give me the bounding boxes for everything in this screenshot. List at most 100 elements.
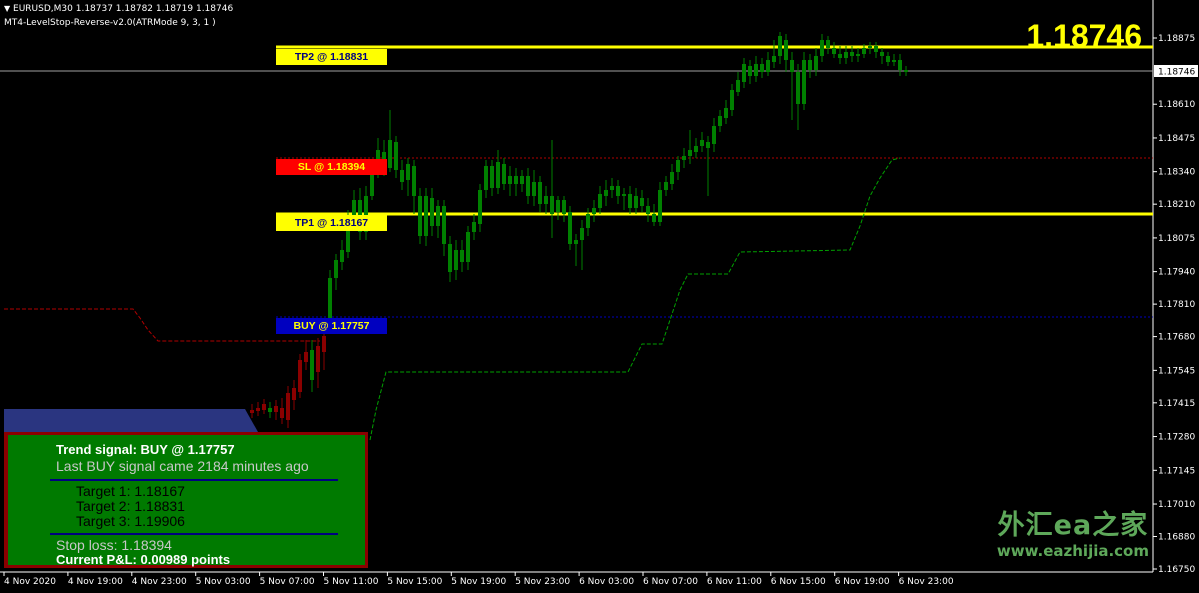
price-tick-label: 1.17810 [1158, 300, 1195, 310]
candle-body [862, 48, 866, 54]
time-tick-label: 6 Nov 19:00 [835, 577, 890, 587]
candle-body [286, 393, 290, 420]
buy-label: BUY @ 1.17757 [276, 318, 387, 334]
time-tick-label: 5 Nov 23:00 [515, 577, 570, 587]
candle-body [250, 410, 254, 413]
candle-body [556, 200, 560, 212]
candle-body [454, 250, 458, 270]
watermark: 外汇ea之家 www.eazhijia.com [997, 510, 1149, 560]
candle-body [808, 60, 812, 70]
candle-body [742, 64, 746, 82]
symbol-info: ▼ EURUSD,M30 1.18737 1.18782 1.18719 1.1… [4, 4, 233, 14]
time-tick-label: 4 Nov 23:00 [132, 577, 187, 587]
symbol-line: EURUSD,M30 1.18737 1.18782 1.18719 1.187… [13, 4, 234, 14]
candle-body [796, 72, 800, 104]
candle-body [676, 160, 680, 172]
time-tick-label: 4 Nov 19:00 [68, 577, 123, 587]
candle-body [724, 108, 728, 118]
indicator-line: MT4-LevelStop-Reverse-v2.0(ATRMode 9, 3,… [4, 18, 216, 28]
candle-body [412, 166, 416, 196]
candle-body [274, 406, 278, 412]
candle-body [820, 40, 824, 56]
candle-body [694, 146, 698, 152]
candle-body [778, 36, 782, 56]
price-tick-label: 1.17010 [1158, 500, 1195, 510]
pnl-text: Current P&L: 0.00989 points [56, 552, 231, 567]
candle-body [844, 52, 848, 58]
candle-body [868, 46, 872, 48]
menu-triangle-icon[interactable]: ▼ [4, 4, 10, 13]
candle-body [598, 194, 602, 208]
candle-body [706, 142, 710, 148]
price-tick-label: 1.17280 [1158, 433, 1195, 443]
time-tick-label: 6 Nov 23:00 [899, 577, 954, 587]
candle-body [514, 176, 518, 184]
candle-body [394, 142, 398, 170]
candle-body [496, 162, 500, 188]
candle-body [790, 60, 794, 72]
trend-signal-text: Trend signal: BUY @ 1.17757 [56, 442, 235, 457]
candle-body [640, 198, 644, 206]
time-tick-label: 6 Nov 15:00 [771, 577, 826, 587]
candle-body [688, 150, 692, 156]
candle-body [430, 198, 434, 226]
candle-body [898, 60, 902, 70]
candle-body [682, 156, 686, 160]
candle-body [736, 80, 740, 92]
candle-body [652, 214, 656, 222]
candle-body [802, 60, 806, 104]
candle-body [568, 212, 572, 244]
target1-text: Target 1: 1.18167 [76, 483, 185, 499]
candle-body [664, 182, 668, 190]
candle-body [826, 40, 830, 48]
candle-body [814, 56, 818, 70]
time-tick-label: 5 Nov 03:00 [196, 577, 251, 587]
candle-body [616, 186, 620, 196]
candle-body [334, 260, 338, 278]
candle-body [760, 64, 764, 72]
candle-body [730, 90, 734, 110]
candle-body [280, 408, 284, 418]
candle-body [502, 164, 506, 184]
candle-body [748, 66, 752, 76]
current-price-axis-label: 1.18746 [1158, 68, 1195, 78]
candle-body [340, 250, 344, 262]
tp2-label: TP2 @ 1.18831 [276, 49, 387, 65]
candle-body [406, 164, 410, 180]
price-tick-label: 1.18610 [1158, 100, 1195, 110]
candle-body [772, 56, 776, 62]
time-tick-label: 5 Nov 07:00 [260, 577, 315, 587]
candle-body [646, 206, 650, 214]
candle-body [520, 176, 524, 184]
candle-body [472, 222, 476, 232]
candle-body [490, 166, 494, 188]
candle-body [850, 52, 854, 56]
time-tick-label: 5 Nov 19:00 [451, 577, 506, 587]
candle-body [712, 126, 716, 144]
price-tick-label: 1.16750 [1158, 565, 1195, 575]
target2-text: Target 2: 1.18831 [76, 498, 185, 514]
panel-separator-1 [50, 479, 338, 481]
price-tick-label: 1.18075 [1158, 234, 1195, 244]
stop-loss-text: Stop loss: 1.18394 [56, 537, 172, 553]
price-tick-label: 1.17680 [1158, 333, 1195, 343]
price-tick-label: 1.17940 [1158, 268, 1195, 278]
time-tick-label: 5 Nov 15:00 [387, 577, 442, 587]
candle-body [856, 54, 860, 56]
price-tick-label: 1.17545 [1158, 366, 1195, 376]
price-tick-label: 1.18475 [1158, 134, 1195, 144]
candle-body [754, 64, 758, 76]
candle-body [886, 56, 890, 62]
candle-body [718, 116, 722, 126]
candle-body [418, 196, 422, 236]
price-tick-label: 1.17145 [1158, 466, 1195, 476]
candle-body [442, 206, 446, 244]
candle-body [292, 388, 296, 400]
candle-body [304, 352, 308, 362]
price-tick-label: 1.18210 [1158, 200, 1195, 210]
candle-body [400, 170, 404, 182]
candle-body [550, 196, 554, 214]
candle-body [310, 350, 314, 380]
candle-body [592, 208, 596, 214]
time-tick-label: 6 Nov 07:00 [643, 577, 698, 587]
